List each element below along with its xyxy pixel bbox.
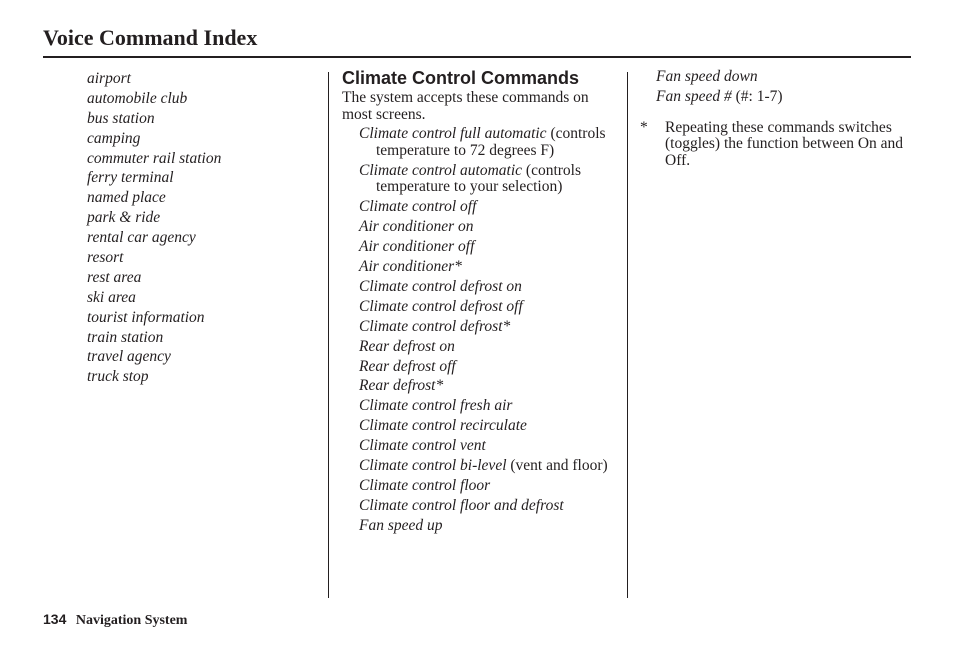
command-text: Climate control floor and defrost [359, 496, 564, 514]
page-footer: 134 Navigation System [43, 611, 187, 629]
command-item: Fan speed up [359, 516, 639, 535]
column-divider [328, 72, 329, 598]
command-text: Rear defrost on [359, 337, 455, 355]
command-text: Fan speed # [656, 87, 732, 105]
command-item: Climate control recirculate [359, 417, 639, 435]
command-text: Climate control full automatic [359, 125, 547, 142]
place-item: tourist information [87, 308, 205, 326]
command-note: (vent and floor) [510, 456, 608, 474]
command-text: Climate control bi-level [359, 456, 507, 474]
place-item: camping [87, 129, 141, 147]
command-text: Climate control defrost off [359, 297, 523, 315]
command-item: Fan speed # (#: 1-7) [656, 87, 920, 106]
footnote-mark: * [640, 118, 648, 136]
command-list-continued: Fan speed down Fan speed # (#: 1-7) [640, 68, 920, 106]
command-item: Rear defrost off [359, 357, 639, 376]
command-text: Climate control fresh air [359, 397, 513, 415]
command-item: Climate control full automatic (controls… [359, 125, 639, 160]
command-item: Air conditioner on [359, 218, 639, 236]
command-text: Air conditioner* [359, 258, 462, 276]
command-text: Climate control off [359, 198, 477, 216]
command-item: Climate control defrost* [359, 317, 639, 336]
command-item: Climate control defrost off [359, 297, 639, 316]
place-item: automobile club [87, 89, 188, 107]
place-item: ferry terminal [87, 169, 174, 187]
place-item: train station [87, 328, 164, 346]
place-item: airport [87, 70, 131, 87]
place-item: rest area [87, 268, 142, 286]
command-text: Climate control defrost on [359, 277, 522, 295]
command-item: Climate control automatic (controls temp… [359, 161, 639, 197]
place-item: rental car agency [87, 229, 196, 247]
command-item: Climate control fresh air [359, 397, 639, 415]
command-text: Climate control floor [359, 476, 491, 494]
place-item: travel agency [87, 348, 171, 366]
place-item: named place [87, 189, 166, 207]
command-item: Air conditioner off [359, 238, 639, 256]
command-item: Climate control floor and defrost [359, 496, 639, 515]
command-item: Climate control off [359, 198, 639, 216]
command-item: Climate control defrost on [359, 277, 639, 296]
command-item: Climate control bi-level (vent and floor… [359, 456, 639, 475]
command-item: Rear defrost* [359, 377, 639, 395]
command-text: Air conditioner on [359, 218, 474, 236]
command-text: Rear defrost* [359, 377, 444, 395]
place-item: bus station [87, 109, 155, 127]
command-text: Climate control automatic [359, 161, 523, 179]
command-text: Fan speed up [359, 516, 443, 534]
place-item: resort [87, 249, 124, 267]
command-text: Fan speed down [656, 68, 758, 85]
footnote: * Repeating these commands switches (tog… [640, 118, 920, 170]
command-item: Rear defrost on [359, 337, 639, 356]
command-note: (#: 1-7) [735, 87, 783, 105]
place-item: ski area [87, 288, 136, 306]
command-item: Climate control vent [359, 437, 639, 455]
places-list: airport automobile club bus station camping… [87, 69, 221, 387]
footnote-text: Repeating these commands switches (toggl… [665, 118, 904, 170]
command-item: Air conditioner* [359, 258, 639, 276]
command-item: Fan speed down [656, 68, 920, 86]
section-intro: The system accepts these commands on mos… [342, 89, 589, 123]
page-title: Voice Command Index [43, 25, 258, 50]
command-text: Climate control defrost* [359, 317, 511, 335]
title-rule [43, 56, 911, 58]
place-item: commuter rail station [87, 149, 222, 167]
footer-section: Navigation System [75, 613, 188, 628]
command-text: Air conditioner off [359, 238, 475, 256]
climate-section: Climate Control Commands The system acce… [342, 68, 622, 538]
command-text: Climate control recirculate [359, 417, 527, 435]
column-divider [627, 72, 628, 598]
page-number: 134 [43, 611, 67, 627]
command-text: Climate control vent [359, 437, 486, 455]
section-heading: Climate Control Commands [342, 68, 580, 88]
climate-section-continued: Fan speed down Fan speed # (#: 1-7) * Rep… [640, 68, 920, 170]
command-list: Climate control full automatic (controls… [342, 125, 622, 534]
place-item: park & ride [87, 209, 161, 227]
command-item: Climate control floor [359, 476, 639, 495]
command-text: Rear defrost off [359, 357, 456, 375]
place-item: truck stop [87, 368, 149, 386]
